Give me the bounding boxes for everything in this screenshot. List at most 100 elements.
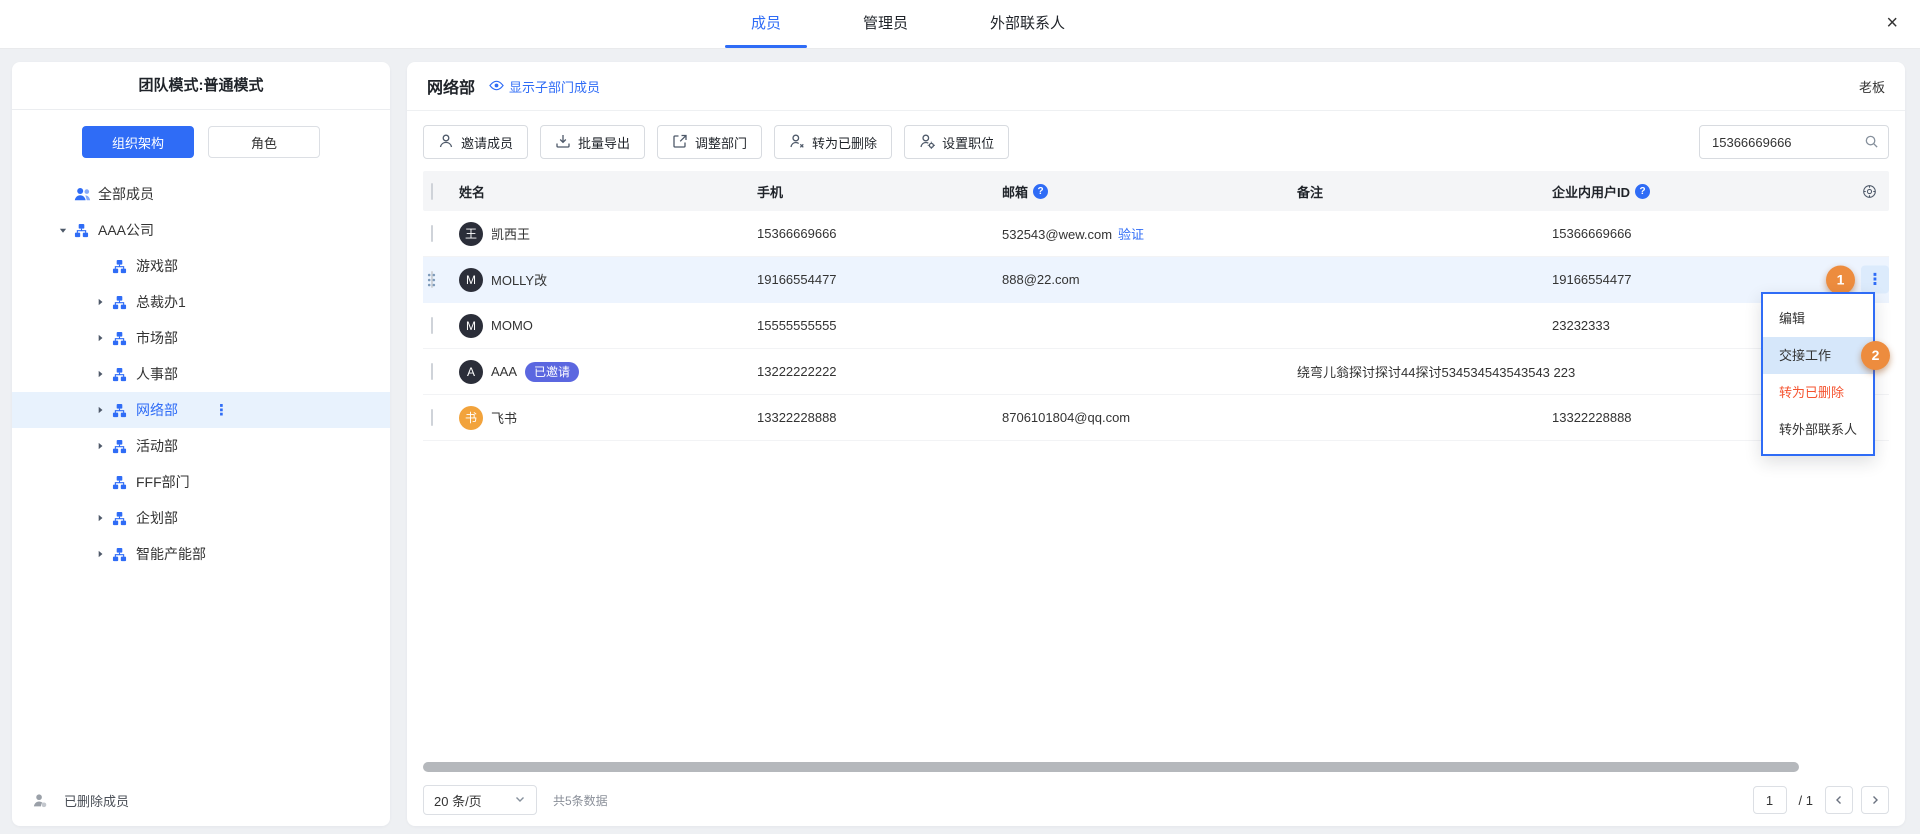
drag-handle-icon[interactable] <box>427 273 436 290</box>
close-icon[interactable]: × <box>1886 0 1898 48</box>
toolbar-button-label: 转为已删除 <box>812 133 877 152</box>
caret-right-icon[interactable] <box>96 513 112 523</box>
table-row: 王凯西王15366669666532543@wew.com验证153666696… <box>423 211 1889 257</box>
tree-item-label: 游戏部 <box>136 256 178 276</box>
dept-icon <box>112 259 136 274</box>
menu-item-label: 转外部联系人 <box>1779 422 1857 437</box>
help-icon[interactable]: ? <box>1635 184 1650 199</box>
set-position-button[interactable]: 设置职位 <box>904 125 1009 159</box>
show-subdept-members-link[interactable]: 显示子部门成员 <box>489 77 600 96</box>
dept-icon <box>112 475 136 490</box>
caret-down-icon[interactable] <box>58 226 74 235</box>
search-input[interactable] <box>1699 125 1889 159</box>
help-icon[interactable]: ? <box>1033 184 1048 199</box>
prev-page-button[interactable] <box>1825 786 1853 814</box>
menu-item-edit[interactable]: 编辑 <box>1763 300 1873 337</box>
topbar: 成员管理员 外部联系人 × <box>0 0 1920 48</box>
move-to-deleted-button[interactable]: 转为已删除 <box>774 125 892 159</box>
batch-export-icon <box>555 133 571 152</box>
tree-item-0[interactable]: 全部成员 <box>12 176 390 212</box>
menu-item-label: 转为已删除 <box>1779 385 1844 400</box>
adjust-department-button[interactable]: 调整部门 <box>657 125 762 159</box>
email-value: 8706101804@qq.com <box>1002 410 1130 425</box>
verify-link[interactable]: 验证 <box>1118 227 1144 242</box>
row-more-actions-button[interactable]: ⋮ <box>1861 266 1889 294</box>
column-settings-gear-icon[interactable] <box>1849 184 1889 199</box>
tree-item-label: 活动部 <box>136 436 178 456</box>
caret-right-icon[interactable] <box>96 441 112 451</box>
row-checkbox[interactable] <box>431 225 433 242</box>
caret-right-icon[interactable] <box>96 405 112 415</box>
org-structure-button[interactable]: 组织架构 <box>82 126 194 158</box>
step-badge-1: 1 <box>1826 265 1855 294</box>
tree-item-label: 企划部 <box>136 508 178 528</box>
member-name[interactable]: MOMO <box>491 318 533 333</box>
tree-item-8[interactable]: FFF部门 <box>12 464 390 500</box>
search-icon[interactable] <box>1864 134 1879 154</box>
row-checkbox[interactable] <box>431 409 433 426</box>
invite-member-button[interactable]: 邀请成员 <box>423 125 528 159</box>
member-name[interactable]: MOLLY改 <box>491 270 547 289</box>
role-button[interactable]: 角色 <box>208 126 320 158</box>
phone-cell: 13222222222 <box>749 364 994 379</box>
email-cell: 532543@wew.com验证 <box>994 224 1289 243</box>
tree-item-label: 市场部 <box>136 328 178 348</box>
tree-item-3[interactable]: 总裁办1 <box>12 284 390 320</box>
phone-cell: 15366669666 <box>749 226 994 241</box>
row-checkbox[interactable] <box>431 317 433 334</box>
caret-right-icon[interactable] <box>96 333 112 343</box>
sidebar: 团队模式:普通模式 组织架构 角色 全部成员 AAA公司游戏部总裁办1 市场部人事部… <box>12 62 390 826</box>
member-name[interactable]: 凯西王 <box>491 224 530 243</box>
tab-members[interactable]: 成员 <box>725 0 807 48</box>
dept-icon <box>112 367 136 382</box>
member-name[interactable]: 飞书 <box>491 408 517 427</box>
phone-cell: 15555555555 <box>749 318 994 333</box>
tree-item-6[interactable]: 网络部⋮ <box>12 392 390 428</box>
row-action-cluster: 1⋮ <box>1826 265 1889 294</box>
adjust-dept-icon <box>672 133 688 152</box>
column-header-label: 企业内用户ID <box>1552 182 1630 201</box>
caret-right-icon[interactable] <box>96 369 112 379</box>
tab-external-contacts[interactable]: 外部联系人 <box>964 0 1091 48</box>
tab-admins[interactable]: 管理员 <box>837 0 934 48</box>
menu-item-to-external-contact[interactable]: 转外部联系人 <box>1763 411 1873 448</box>
total-count-label: 共5条数据 <box>553 792 608 809</box>
horizontal-scrollbar[interactable] <box>423 762 1799 772</box>
tree-item-10[interactable]: 智能产能部 <box>12 536 390 572</box>
caret-right-icon[interactable] <box>96 549 112 559</box>
tree-item-label: AAA公司 <box>98 220 154 240</box>
page-size-select[interactable]: 20 条/页 <box>423 785 537 815</box>
user-remove-icon <box>789 133 805 152</box>
panel-header: 网络部 显示子部门成员 老板 <box>407 62 1905 111</box>
tree-item-9[interactable]: 企划部 <box>12 500 390 536</box>
batch-export-button[interactable]: 批量导出 <box>540 125 645 159</box>
table-row: 书飞书133222288888706101804@qq.com133222288… <box>423 395 1889 441</box>
more-vertical-icon[interactable]: ⋮ <box>214 403 229 418</box>
row-checkbox-cell <box>423 410 459 425</box>
tree-item-7[interactable]: 活动部 <box>12 428 390 464</box>
team-mode-title: 团队模式:普通模式 <box>12 62 390 110</box>
page-number-input[interactable] <box>1753 786 1787 814</box>
tree-item-4[interactable]: 市场部 <box>12 320 390 356</box>
column-header-3: 备注 <box>1289 182 1544 201</box>
member-name[interactable]: AAA <box>491 364 517 379</box>
menu-item-move-to-deleted[interactable]: 转为已删除 <box>1763 374 1873 411</box>
caret-right-icon[interactable] <box>96 297 112 307</box>
menu-item-handover-work[interactable]: 交接工作2 <box>1763 337 1873 374</box>
user-position-icon <box>919 133 935 152</box>
column-header-label: 姓名 <box>459 182 485 201</box>
corner-label: 老板 <box>1859 77 1885 96</box>
menu-item-label: 编辑 <box>1779 311 1805 326</box>
tree-item-1[interactable]: AAA公司 <box>12 212 390 248</box>
deleted-members-item[interactable]: 已删除成员 <box>32 791 129 810</box>
next-page-button[interactable] <box>1861 786 1889 814</box>
tree-item-5[interactable]: 人事部 <box>12 356 390 392</box>
select-all-checkbox[interactable] <box>431 183 433 200</box>
row-checkbox[interactable] <box>431 363 433 380</box>
row-checkbox-cell <box>423 318 459 333</box>
tab-label: 外部联系人 <box>990 15 1065 32</box>
table-header: 姓名手机邮箱?备注企业内用户ID? <box>423 171 1889 211</box>
tree-item-2[interactable]: 游戏部 <box>12 248 390 284</box>
sidebar-view-switch: 组织架构 角色 <box>12 126 390 158</box>
column-header-2: 邮箱? <box>994 182 1289 201</box>
